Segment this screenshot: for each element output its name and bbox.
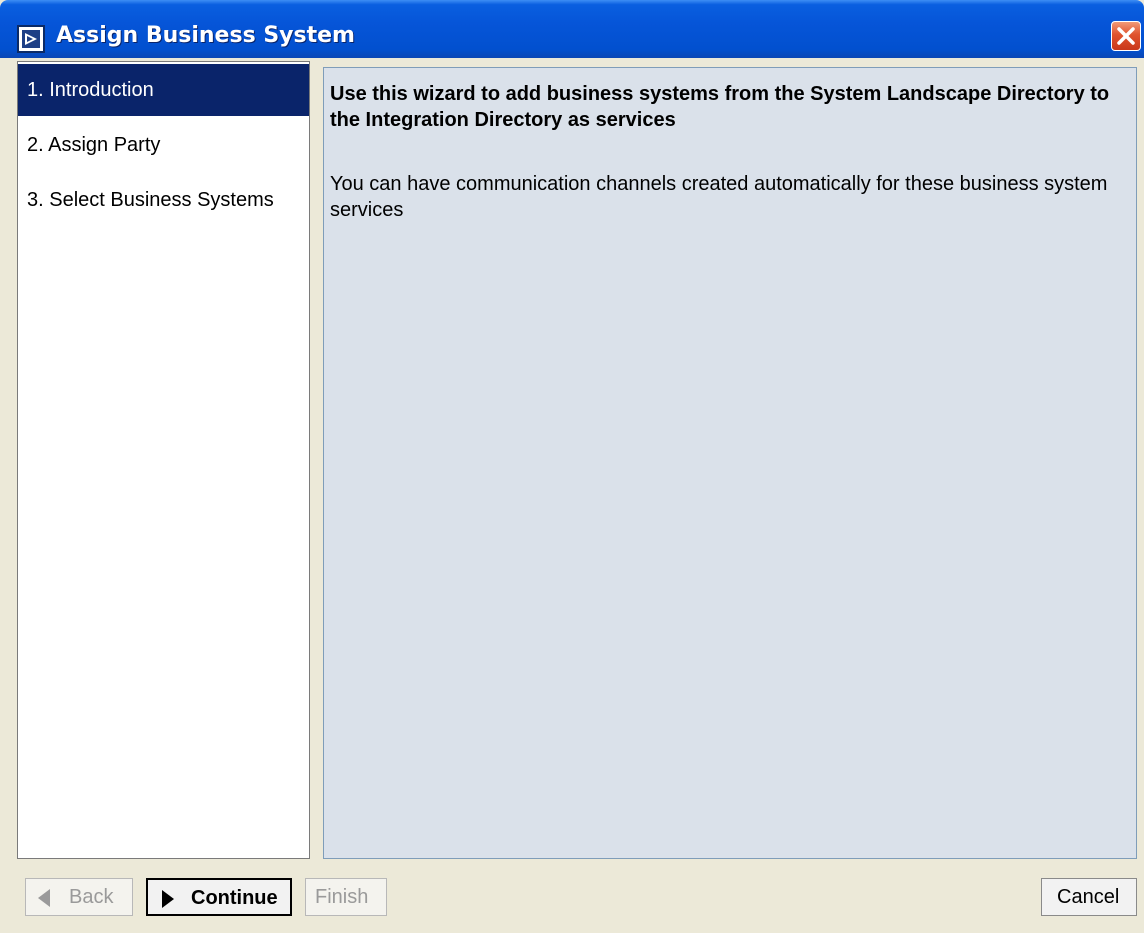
window-title: Assign Business System bbox=[56, 23, 355, 48]
close-button[interactable] bbox=[1111, 21, 1141, 51]
continue-button[interactable]: Continue bbox=[146, 878, 292, 916]
continue-button-label: Continue bbox=[191, 887, 278, 909]
step-assign-party[interactable]: 2. Assign Party bbox=[18, 119, 309, 171]
close-icon bbox=[1117, 27, 1135, 45]
cancel-button-label: Cancel bbox=[1057, 886, 1120, 908]
step-select-business-systems[interactable]: 3. Select Business Systems bbox=[18, 174, 309, 226]
step-introduction[interactable]: 1. Introduction bbox=[18, 64, 309, 116]
finish-button[interactable]: Finish bbox=[305, 878, 387, 916]
back-button-label: Back bbox=[69, 886, 114, 908]
wizard-window-icon bbox=[17, 25, 45, 53]
wizard-content-panel: Use this wizard to add business systems … bbox=[323, 67, 1137, 859]
title-bar[interactable]: Assign Business System bbox=[0, 0, 1144, 58]
assign-business-system-dialog: Assign Business System 1. Introduction 2… bbox=[0, 0, 1144, 933]
wizard-button-bar: Back Continue Finish Cancel bbox=[0, 870, 1144, 933]
cancel-button[interactable]: Cancel bbox=[1041, 878, 1137, 916]
triangle-left-icon bbox=[38, 889, 50, 907]
intro-description: You can have communication channels crea… bbox=[330, 173, 1108, 221]
finish-button-label: Finish bbox=[315, 886, 369, 908]
intro-heading: Use this wizard to add business systems … bbox=[330, 83, 1110, 131]
back-button[interactable]: Back bbox=[25, 878, 133, 916]
wizard-steps-list: 1. Introduction 2. Assign Party 3. Selec… bbox=[17, 61, 310, 859]
triangle-right-icon bbox=[162, 890, 174, 908]
